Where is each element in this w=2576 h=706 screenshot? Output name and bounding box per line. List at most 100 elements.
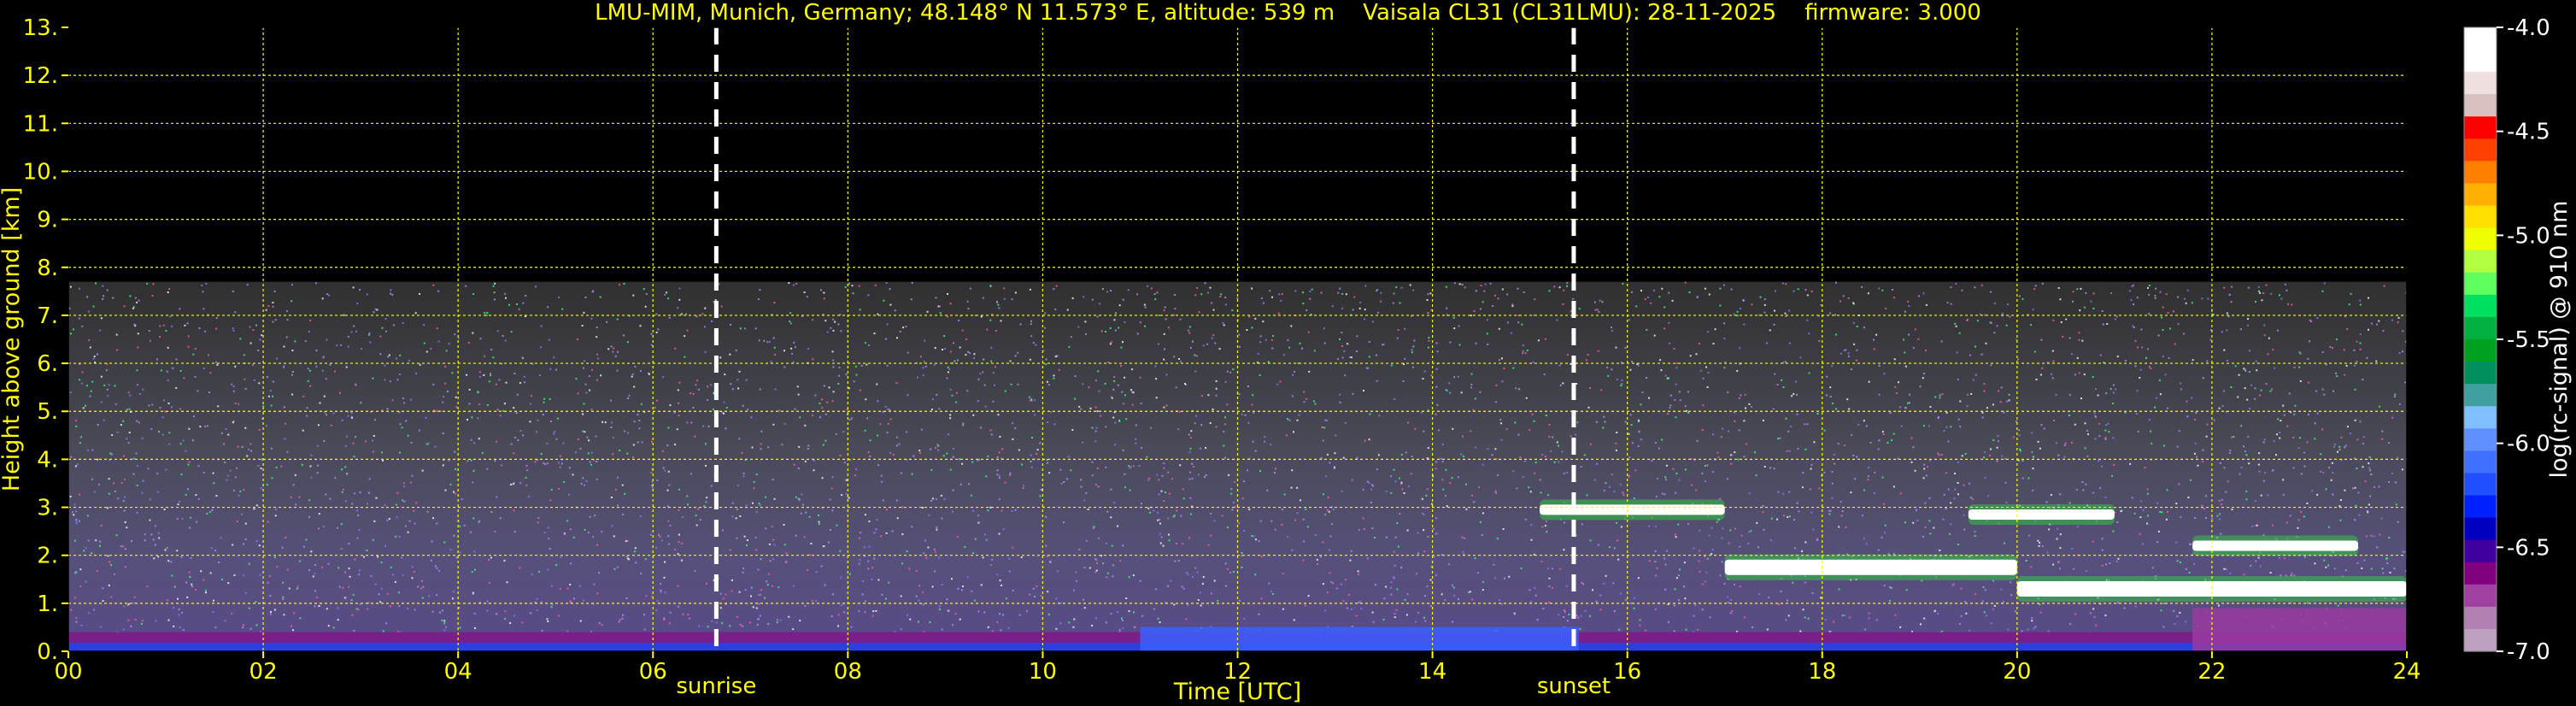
noise-speckle <box>2174 623 2176 625</box>
noise-speckle <box>1110 488 1112 491</box>
noise-speckle <box>1606 367 1609 368</box>
colorbar-segment <box>2464 584 2497 608</box>
noise-speckle <box>490 511 493 513</box>
noise-speckle <box>437 340 440 343</box>
noise-speckle <box>974 538 977 540</box>
noise-speckle <box>2021 297 2024 300</box>
noise-speckle <box>196 521 198 523</box>
noise-speckle <box>448 343 450 345</box>
noise-speckle <box>2093 616 2096 618</box>
noise-speckle <box>1586 494 1588 497</box>
noise-speckle <box>832 391 835 393</box>
noise-speckle <box>2247 318 2249 321</box>
noise-speckle <box>2133 303 2134 305</box>
noise-speckle <box>864 611 866 614</box>
noise-speckle <box>108 478 110 480</box>
noise-speckle <box>851 285 854 287</box>
noise-speckle <box>2356 562 2359 564</box>
noise-speckle <box>1648 560 1651 562</box>
noise-speckle <box>695 384 697 386</box>
noise-speckle <box>113 573 115 575</box>
noise-speckle <box>1924 502 1927 504</box>
noise-speckle <box>1114 421 1117 424</box>
noise-speckle <box>1712 433 1715 436</box>
noise-speckle <box>2092 292 2095 295</box>
noise-speckle <box>1640 403 1642 406</box>
noise-speckle <box>2092 540 2094 543</box>
noise-speckle <box>946 598 948 601</box>
noise-speckle <box>1468 591 1470 593</box>
noise-speckle <box>2246 398 2249 401</box>
noise-speckle <box>2089 612 2092 615</box>
noise-speckle <box>441 619 443 621</box>
noise-speckle <box>1054 309 1057 310</box>
noise-speckle <box>707 626 709 628</box>
noise-speckle <box>2218 518 2221 521</box>
noise-speckle <box>773 497 776 500</box>
noise-speckle <box>852 292 854 295</box>
noise-speckle <box>1496 538 1499 540</box>
noise-speckle <box>1583 454 1586 456</box>
noise-speckle <box>889 409 891 411</box>
noise-speckle <box>537 570 540 573</box>
noise-speckle <box>2190 543 2192 545</box>
noise-speckle <box>678 509 680 511</box>
noise-speckle <box>1188 433 1190 436</box>
noise-speckle <box>931 497 934 500</box>
noise-speckle <box>1053 288 1055 291</box>
noise-speckle <box>408 520 411 522</box>
noise-speckle <box>827 541 830 544</box>
noise-speckle <box>710 485 713 487</box>
noise-speckle <box>725 593 727 596</box>
noise-speckle <box>1940 340 1943 343</box>
noise-speckle <box>2336 375 2338 378</box>
noise-speckle <box>488 582 490 585</box>
noise-speckle <box>1207 544 1210 546</box>
noise-speckle <box>1804 541 1807 544</box>
noise-speckle <box>858 562 860 565</box>
noise-speckle <box>1983 611 1986 614</box>
noise-speckle <box>1287 339 1289 342</box>
noise-speckle <box>763 339 766 342</box>
noise-speckle <box>1241 413 1243 415</box>
noise-speckle <box>1957 493 1959 496</box>
noise-speckle <box>2395 503 2397 506</box>
noise-speckle <box>596 544 598 546</box>
noise-speckle <box>884 597 887 600</box>
noise-speckle <box>321 369 324 372</box>
noise-speckle <box>322 356 325 359</box>
noise-speckle <box>308 515 311 518</box>
noise-speckle <box>1939 549 1941 551</box>
noise-speckle <box>1125 418 1128 421</box>
noise-speckle <box>655 313 658 315</box>
noise-speckle <box>1701 429 1704 432</box>
cloud-layer <box>1724 559 2017 575</box>
noise-speckle <box>340 523 343 526</box>
noise-speckle <box>1377 311 1379 314</box>
noise-speckle <box>70 456 73 458</box>
noise-speckle <box>1566 620 1569 622</box>
noise-speckle <box>1296 419 1299 421</box>
noise-speckle <box>88 612 90 615</box>
noise-speckle <box>637 414 639 416</box>
noise-speckle <box>177 503 179 506</box>
noise-speckle <box>414 522 416 525</box>
noise-speckle <box>86 515 89 517</box>
noise-speckle <box>1494 491 1497 494</box>
noise-speckle <box>1323 342 1326 344</box>
noise-speckle <box>872 610 875 613</box>
noise-speckle <box>202 579 205 581</box>
noise-speckle <box>979 373 982 375</box>
noise-speckle <box>1385 585 1388 588</box>
noise-speckle <box>1348 593 1350 596</box>
noise-speckle <box>2162 306 2164 309</box>
noise-speckle <box>1133 611 1135 614</box>
noise-speckle <box>379 335 382 338</box>
noise-speckle <box>783 544 786 546</box>
noise-speckle <box>868 344 871 346</box>
noise-speckle <box>2030 566 2033 568</box>
noise-speckle <box>1693 547 1695 550</box>
noise-speckle <box>212 472 214 474</box>
noise-speckle <box>973 356 976 359</box>
noise-speckle <box>88 310 90 313</box>
